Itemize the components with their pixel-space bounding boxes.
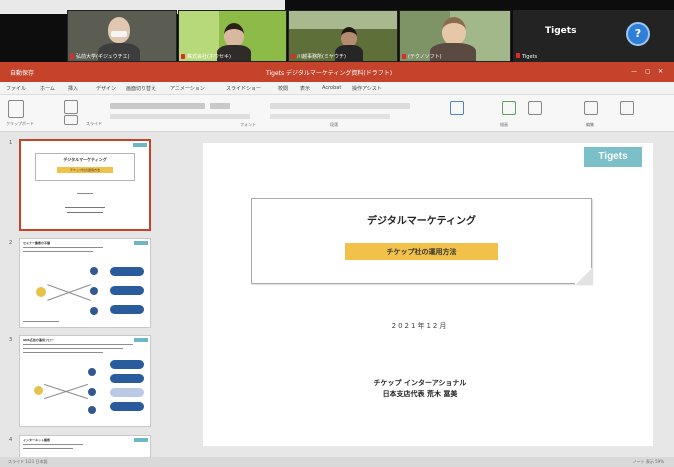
- shapes-icon[interactable]: [450, 101, 464, 115]
- tab-home[interactable]: ホーム: [40, 85, 55, 92]
- thumb-logo: [134, 338, 148, 342]
- thumb-1-subtitle: チケップ社の運用方法: [57, 167, 113, 173]
- video-tile-3-caption: 川越事務所(ミヤウチ): [291, 53, 395, 60]
- thumb-logo: [134, 438, 148, 442]
- tab-review[interactable]: 校閲: [278, 85, 288, 92]
- mute-icon: [70, 54, 74, 59]
- status-bar: スライド 1/21 日本語 ノート 表示 59%: [0, 457, 674, 467]
- app-title-bar: 自動保存 Tigets デジタルマーケティング資料(ドラフト) — ◻ ✕: [0, 62, 674, 82]
- participant-caption: Tigets: [516, 53, 537, 60]
- font-size-box[interactable]: [210, 103, 230, 109]
- tab-acrobat[interactable]: Acrobat: [322, 85, 341, 91]
- new-slide-icon[interactable]: [64, 100, 78, 114]
- mute-icon: [516, 53, 520, 58]
- tab-insert[interactable]: 挿入: [68, 85, 78, 92]
- arrange-icon[interactable]: [502, 101, 516, 115]
- font-name-box[interactable]: [110, 103, 205, 109]
- avatar[interactable]: ?: [626, 22, 650, 46]
- ribbon-group-editing: 編集: [586, 122, 594, 127]
- slide-company[interactable]: チケップ インターアショナル: [300, 378, 540, 388]
- slide-title[interactable]: デジタルマーケティング: [251, 212, 592, 227]
- ribbon-group-clipboard: クリップボード: [6, 121, 34, 126]
- current-slide[interactable]: [203, 143, 653, 446]
- document-title: Tigets デジタルマーケティング資料(ドラフト): [266, 70, 393, 77]
- tab-view[interactable]: 表示: [300, 85, 310, 92]
- slide-thumbnail-1[interactable]: デジタルマーケティング チケップ社の運用方法: [19, 139, 151, 231]
- slide-number-2: 2: [9, 240, 13, 246]
- video-tile-4-caption: (テクノソフト): [402, 53, 508, 60]
- page-curl-decoration: [575, 268, 592, 285]
- video-tile-2-caption: 株式会社(ホウセキ): [181, 53, 284, 60]
- title-box[interactable]: [251, 198, 592, 284]
- thumb-logo: [133, 143, 147, 147]
- status-slide-info: スライド 1/21 日本語: [8, 459, 48, 464]
- mute-icon: [181, 54, 185, 59]
- mute-icon: [402, 54, 406, 59]
- slide-number-4: 4: [9, 437, 13, 443]
- thumb-3-title: SNS広告の運用フロー: [23, 338, 54, 342]
- tab-tell-me[interactable]: 操作アシスト: [352, 85, 382, 92]
- font-format-row[interactable]: [110, 114, 250, 119]
- tab-transitions[interactable]: 画面切り替え: [126, 85, 156, 92]
- find-icon[interactable]: [584, 101, 598, 115]
- thumb-2-title: セミナー集客の手順: [23, 241, 51, 245]
- tab-file[interactable]: ファイル: [6, 85, 26, 92]
- ribbon-tabs: ファイル ホーム 挿入 デザイン 画面切り替え アニメーション スライドショー …: [0, 82, 674, 95]
- autosave-label[interactable]: 自動保存: [10, 68, 34, 77]
- slide-thumbnail-2[interactable]: セミナー集客の手順: [19, 238, 151, 328]
- slide-date[interactable]: 2021年12月: [300, 321, 540, 331]
- slide-number-3: 3: [9, 337, 13, 343]
- tab-slideshow[interactable]: スライドショー: [226, 85, 261, 92]
- video-tile-tigets[interactable]: [513, 10, 674, 62]
- video-tile-1[interactable]: 弘前大学(ギジュウチエ): [67, 10, 177, 62]
- layout-icon[interactable]: [64, 115, 78, 125]
- slide-subtitle[interactable]: チケップ社の運用方法: [345, 247, 498, 257]
- video-tile-1-caption: 弘前大学(ギジュウチエ): [70, 53, 174, 60]
- quick-styles-icon[interactable]: [528, 101, 542, 115]
- ribbon-group-font: フォント: [240, 122, 256, 127]
- slide-number-1: 1: [9, 140, 13, 146]
- video-tile-4[interactable]: (テクノソフト): [399, 10, 511, 62]
- ribbon: クリップボード スライド フォント 段落 描画 編集: [0, 95, 674, 132]
- thumb-logo: [134, 241, 148, 245]
- slide-presenter[interactable]: 日本支店代表 荒木 冨美: [300, 389, 540, 399]
- paste-icon[interactable]: [8, 100, 24, 118]
- window-controls[interactable]: — ◻ ✕: [631, 68, 666, 75]
- ribbon-group-paragraph: 段落: [330, 122, 338, 127]
- mute-icon: [291, 54, 295, 59]
- tab-design[interactable]: デザイン: [96, 85, 116, 92]
- paragraph-row-2[interactable]: [270, 114, 390, 119]
- status-zoom[interactable]: ノート 表示 59%: [633, 459, 664, 465]
- design-ideas-icon[interactable]: [620, 101, 634, 115]
- paragraph-row-1[interactable]: [270, 103, 410, 109]
- slide-thumbnail-3[interactable]: SNS広告の運用フロー: [19, 335, 151, 427]
- video-tile-3[interactable]: 川越事務所(ミヤウチ): [288, 10, 398, 62]
- ribbon-group-slides: スライド: [86, 121, 102, 126]
- thumb-4-title: インターネット集客: [23, 438, 51, 442]
- tigets-logo: Tigets: [584, 147, 642, 167]
- ribbon-group-drawing: 描画: [500, 122, 508, 127]
- thumb-1-title: デジタルマーケティング: [63, 157, 107, 162]
- slide-thumbnail-4[interactable]: インターネット集客: [19, 435, 151, 459]
- video-tile-2[interactable]: 株式会社(ホウセキ): [178, 10, 287, 62]
- tab-animations[interactable]: アニメーション: [170, 85, 205, 92]
- participant-name: Tigets: [545, 26, 577, 36]
